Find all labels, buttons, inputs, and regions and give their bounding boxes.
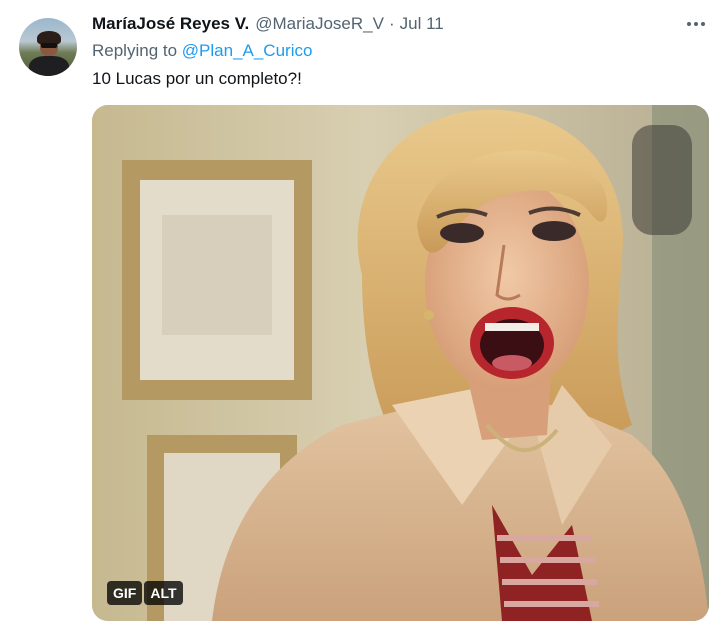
dot-icon (701, 22, 705, 26)
replying-to-mention[interactable]: @Plan_A_Curico (182, 41, 313, 60)
avatar-body (29, 56, 69, 76)
alt-badge[interactable]: ALT (144, 581, 183, 605)
gif-media[interactable] (92, 105, 709, 621)
avatar-sunglasses (41, 43, 57, 48)
separator-dot: · (388, 14, 395, 33)
media-badges: GIF ALT (107, 581, 183, 605)
gif-badge[interactable]: GIF (107, 581, 143, 605)
replying-to-label: Replying to (92, 41, 182, 60)
replying-to-line: Replying to @Plan_A_Curico (92, 41, 312, 61)
more-options-icon[interactable] (682, 12, 710, 36)
tweet-text: 10 Lucas por un completo?! (92, 69, 302, 88)
tweet-header: MaríaJosé Reyes V. @MariaJoseR_V · Jul 1… (92, 14, 444, 36)
avatar[interactable] (19, 18, 77, 76)
author-handle[interactable]: @MariaJoseR_V (255, 14, 384, 34)
gif-frame-image (92, 105, 709, 621)
tweet-date[interactable]: Jul 11 (400, 14, 444, 34)
dot-icon (687, 22, 691, 26)
author-name[interactable]: MaríaJosé Reyes V. (92, 14, 249, 34)
tweet[interactable]: MaríaJosé Reyes V. @MariaJoseR_V · Jul 1… (0, 0, 728, 636)
dot-icon (694, 22, 698, 26)
